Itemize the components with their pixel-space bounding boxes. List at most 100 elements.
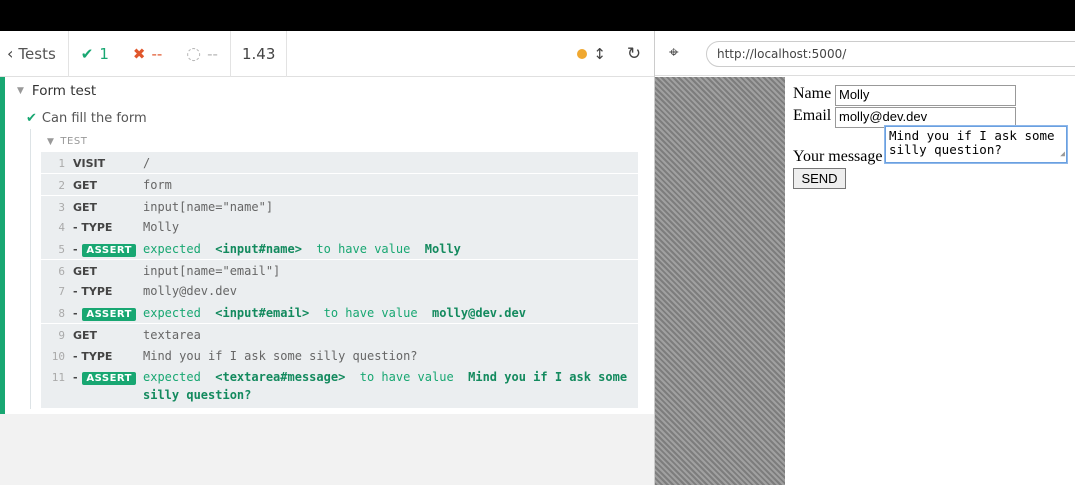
caret-down-icon: ▼ [47,136,55,147]
command-row[interactable]: 1 VISIT / [41,152,638,173]
command-number: 1 [58,157,65,170]
message-textarea[interactable]: Mind you if I ask some silly question? ◢ [885,126,1067,163]
command-number: 9 [58,329,65,343]
chevron-left-icon: ‹ [7,44,14,63]
command-log: 1 VISIT / 2 GET form 3 GET input[name="n… [41,152,638,408]
app-preview-panel: ⌖ http://localhost:5000/ Name Molly Emai… [655,31,1075,485]
command-number: 10 [51,349,65,363]
command-row[interactable]: 9 GET textarea [41,323,638,344]
email-label: Email [793,107,832,124]
assert-subject: <input#email> [215,305,310,320]
check-icon: ✔ [80,44,94,63]
hook-title[interactable]: ▼ TEST [47,136,87,147]
command-name: - TYPE [73,349,113,363]
command-name: - ASSERT [65,306,143,321]
command-name: GET [73,179,98,193]
rerun-button[interactable]: ↻ [614,31,654,77]
assert-value: Molly [424,241,461,256]
tests-label: Tests [18,44,56,63]
url-bar: ⌖ http://localhost:5000/ [655,31,1075,76]
check-icon: ✔ [26,111,37,126]
command-row[interactable]: 5 - ASSERT expected <input#name> to have… [41,238,638,259]
name-input[interactable]: Molly [835,85,1016,106]
assert-verb: to have value [359,369,454,384]
hook-title-text: TEST [60,136,88,147]
suite-title-text: Form test [31,83,97,99]
assert-subject: <textarea#message> [215,369,346,384]
assert-badge: ASSERT [82,371,137,385]
pending-stat[interactable]: ◌ -- [174,44,230,64]
test-title[interactable]: ✔ Can fill the form [26,111,147,126]
tree-line [30,129,31,409]
command-name: GET [73,264,98,278]
command-name: - TYPE [73,285,113,299]
command-row[interactable]: 4 - TYPE Molly [41,216,638,237]
command-message: expected <textarea#message> to have valu… [143,368,638,404]
command-name: GET [73,329,98,343]
message-text: Mind you if I ask some silly question? [889,128,1055,157]
command-number: 7 [58,285,65,299]
command-number: 6 [58,264,65,278]
assert-badge: ASSERT [82,307,137,321]
message-label: Your message [793,148,883,165]
command-number: 4 [58,221,65,235]
passed-stat[interactable]: ✔ 1 [69,45,121,63]
command-message: Mind you if I ask some silly question? [143,348,418,363]
command-message: molly@dev.dev [143,284,237,299]
command-message: / [143,156,151,170]
failed-stat[interactable]: ✖ -- [121,45,174,63]
tests-back-button[interactable]: ‹ Tests [0,31,68,77]
reload-icon: ↻ [626,43,642,64]
suite-title[interactable]: ▼ Form test [17,83,96,99]
command-number: 2 [58,179,65,193]
command-message: Molly [143,220,180,235]
failed-count: -- [151,44,163,63]
circle-notch-icon: ◌ [186,43,202,64]
passed-count: 1 [99,44,109,63]
pending-count: -- [207,44,218,63]
email-input[interactable]: molly@dev.dev [835,107,1016,128]
command-row[interactable]: 6 GET input[name="email"] [41,258,638,280]
command-name: VISIT [73,157,106,170]
command-row[interactable]: 2 GET form [41,173,638,194]
send-button[interactable]: SEND [793,168,846,189]
runner-toolbar: ‹ Tests ✔ 1 ✖ -- ◌ -- 1.43 ↕ ↻ [0,30,654,77]
resize-grip-icon[interactable]: ◢ [1060,147,1065,161]
command-row[interactable]: 11 - ASSERT expected <textarea#message> … [41,366,638,408]
assert-verb: to have value [316,241,411,256]
test-runner-panel: ‹ Tests ✔ 1 ✖ -- ◌ -- 1.43 ↕ ↻ ▼ Form te… [0,30,654,485]
command-row[interactable]: 10 - TYPE Mind you if I ask some silly q… [41,345,638,366]
assert-verb: to have value [323,305,418,320]
url-field[interactable]: http://localhost:5000/ [706,41,1075,67]
top-black-bar [0,0,1075,31]
x-icon: ✖ [132,44,146,63]
autoscroll-toggle[interactable]: ↕ [569,31,614,77]
running-dot-icon [577,48,588,59]
command-message: expected <input#email> to have value mol… [143,304,638,322]
assert-expected: expected [143,241,201,256]
crosshair-icon[interactable]: ⌖ [669,43,679,63]
command-name: - ASSERT [65,242,143,257]
command-row[interactable]: 3 GET input[name="name"] [41,194,638,216]
command-number: 5 [58,242,65,256]
command-number: 11 [51,370,65,384]
command-message: textarea [143,328,201,343]
app-under-test: Name Molly Email molly@dev.dev Your mess… [785,77,1075,485]
assert-expected: expected [143,305,201,320]
command-number: 3 [58,200,65,214]
assert-value: molly@dev.dev [432,305,526,320]
duration: 1.43 [241,44,276,63]
command-message: input[name="name"] [143,199,274,214]
command-number: 8 [58,306,65,320]
caret-down-icon: ▼ [17,86,24,96]
toolbar-divider [286,30,288,77]
assert-badge: ASSERT [82,243,137,257]
command-row[interactable]: 7 - TYPE molly@dev.dev [41,280,638,301]
arrows-vertical-icon: ↕ [593,44,606,63]
suite-panel: ▼ Form test ✔ Can fill the form ▼ TEST 1… [0,77,654,414]
assert-subject: <input#name> [215,241,302,256]
command-row[interactable]: 8 - ASSERT expected <input#email> to hav… [41,302,638,323]
name-label: Name [793,85,832,102]
command-name: GET [73,200,98,214]
viewport-background [655,77,785,485]
